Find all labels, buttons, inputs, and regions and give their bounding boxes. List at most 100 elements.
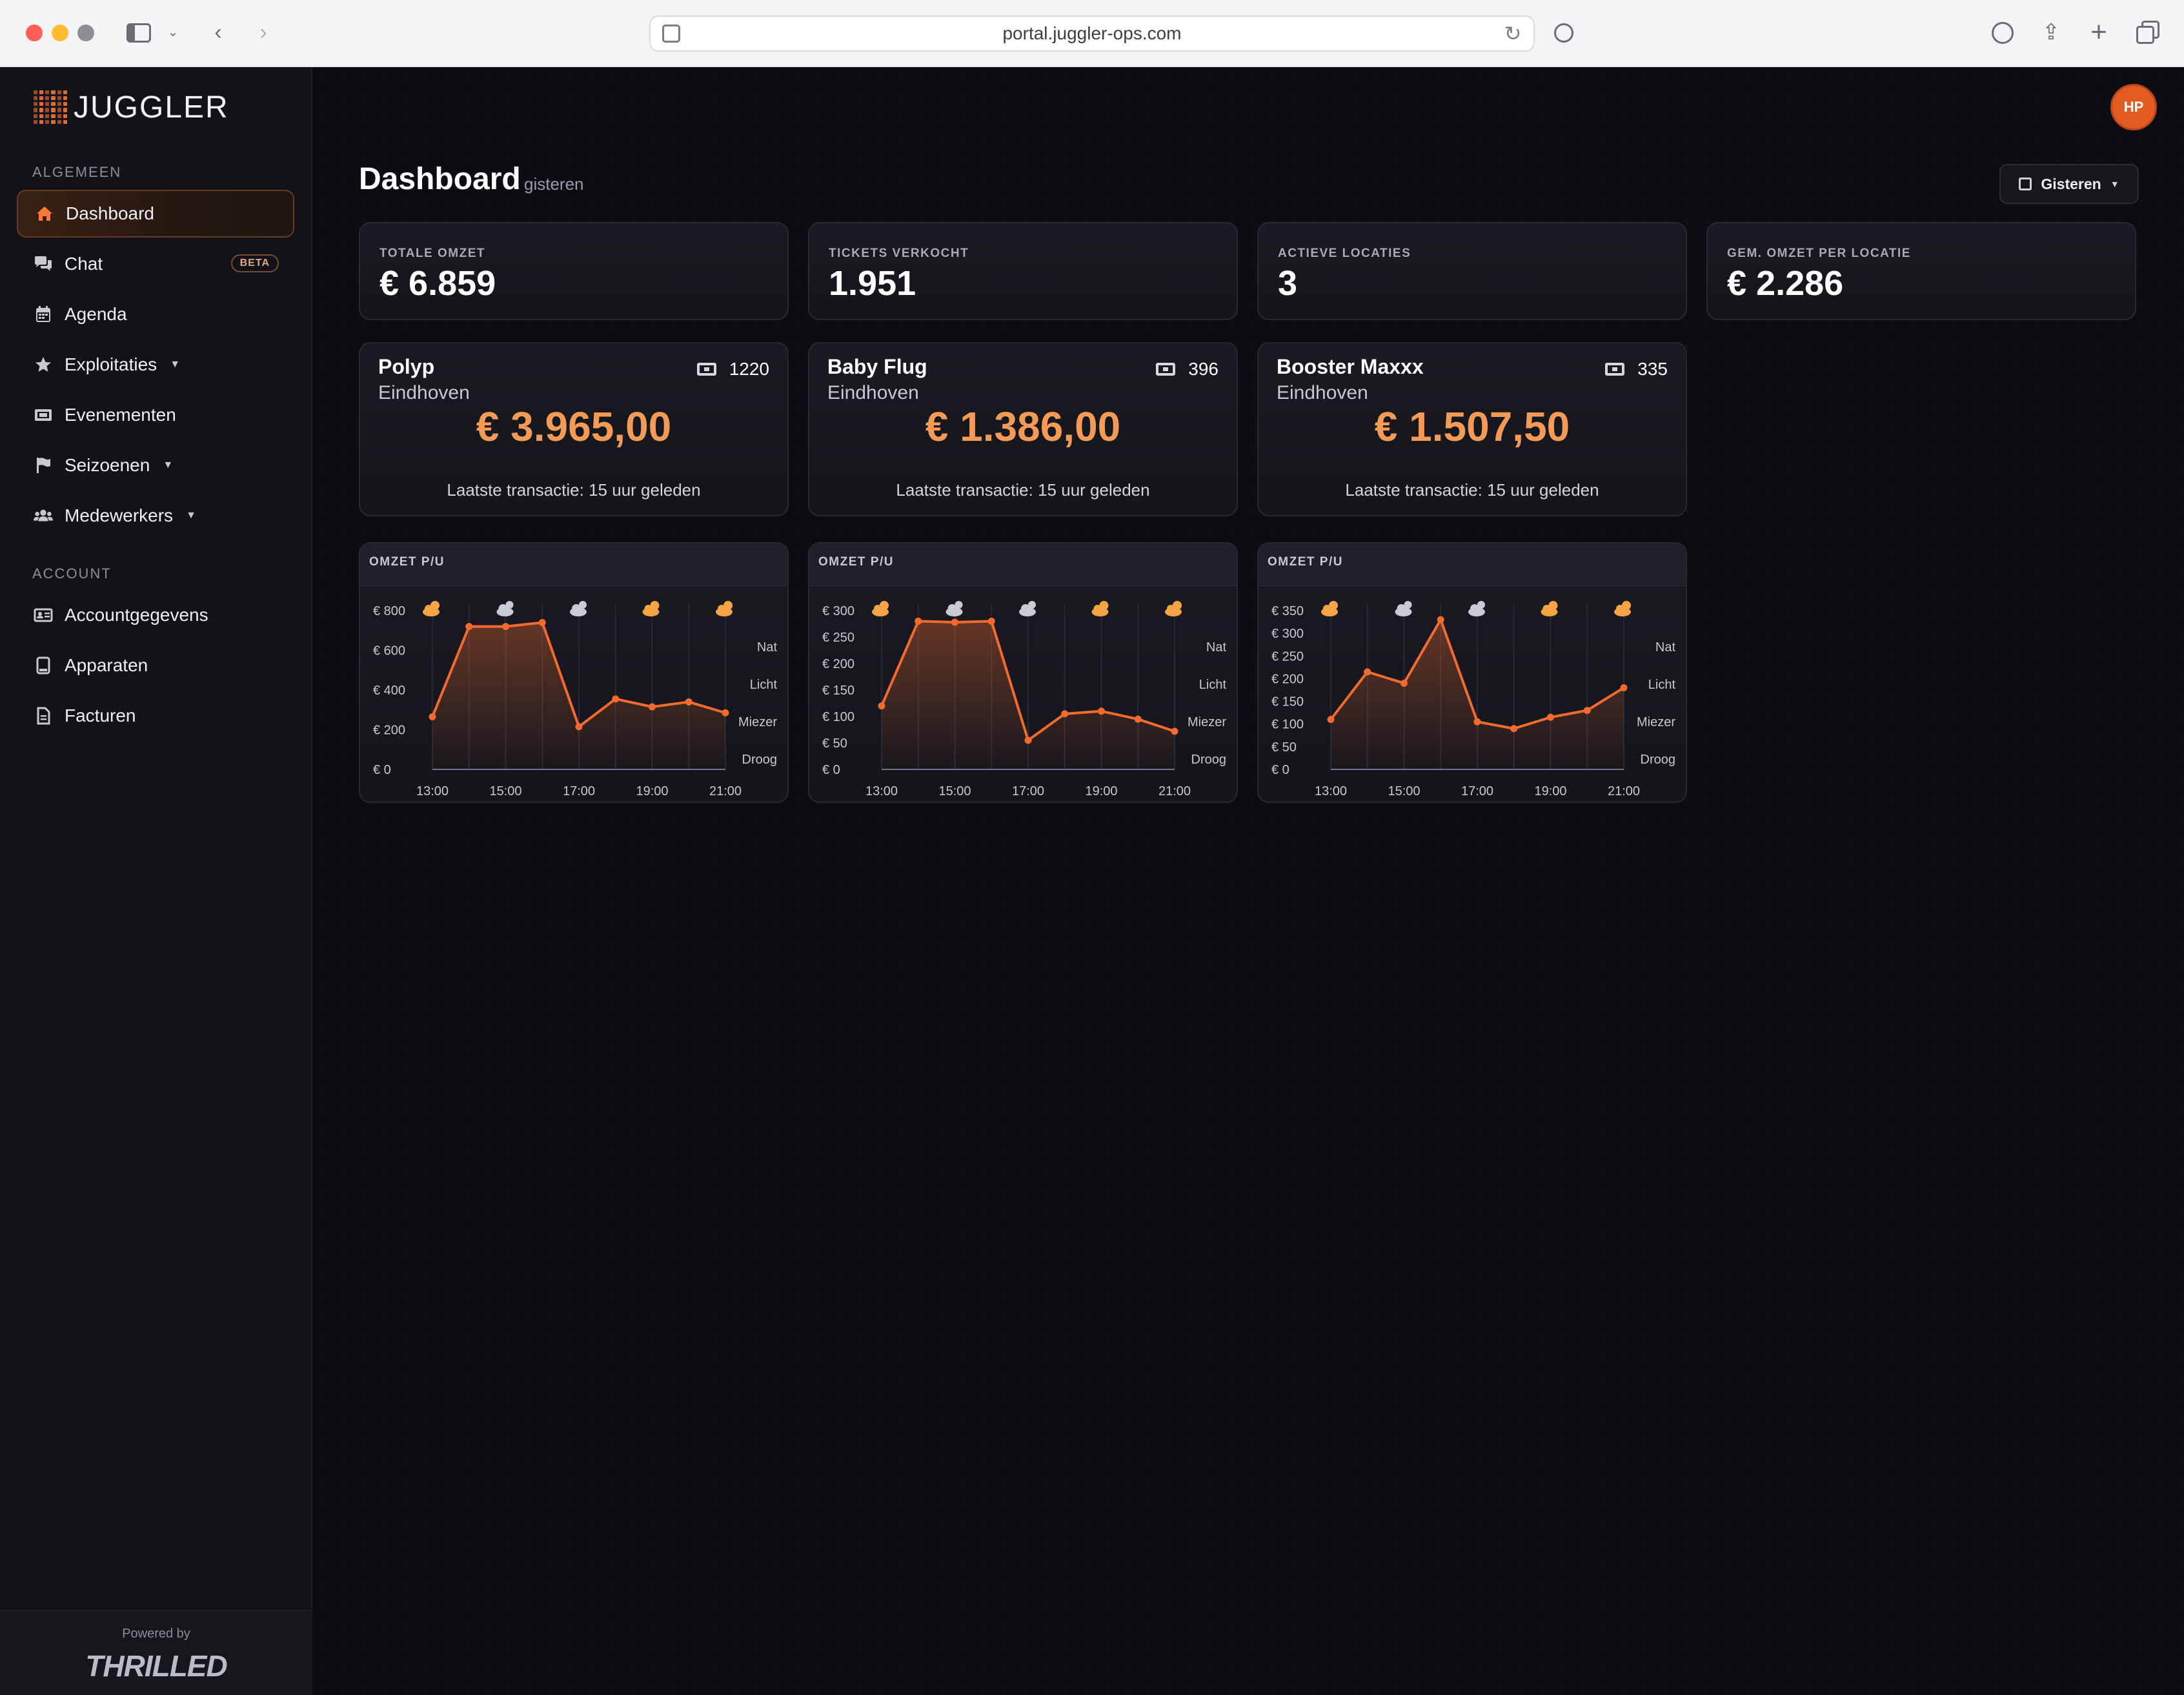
sidebar-item-dashboard[interactable]: Dashboard — [17, 190, 294, 238]
y-tick-label: € 400 — [373, 684, 405, 698]
data-point — [1583, 707, 1591, 715]
cloud-shape — [1470, 604, 1479, 613]
data-point — [915, 617, 922, 625]
address-bar[interactable]: portal.juggler-ops.com ↻ — [649, 15, 1535, 52]
location-card-polyp[interactable]: Polyp Eindhoven 1220 € 3.965,00 Laatste … — [359, 342, 789, 516]
beta-badge: BETA — [230, 254, 279, 272]
sidebar-item-agenda[interactable]: Agenda — [17, 290, 294, 338]
chevron-down-icon[interactable]: ⌄ — [165, 18, 181, 46]
y-tick-label: € 50 — [822, 736, 847, 751]
chat-icon — [34, 254, 53, 274]
sun-cloud-icon — [872, 601, 889, 616]
x-tick-label: 19:00 — [1534, 784, 1566, 798]
y-tick-label: € 0 — [1271, 763, 1289, 777]
tab-overview-icon[interactable] — [2134, 18, 2162, 46]
ticket-count: 335 — [1637, 359, 1668, 379]
calendar-icon — [2019, 178, 2032, 190]
x-tick-label: 17:00 — [1461, 784, 1493, 798]
weather-scale-label: Licht — [750, 678, 778, 692]
last-transaction: Laatste transactie: 15 uur geleden — [896, 480, 1150, 500]
kpi-label: GEM. OMZET PER LOCATIE — [1727, 247, 1911, 260]
x-tick-label: 19:00 — [636, 784, 668, 798]
location-amount: € 1.386,00 — [925, 403, 1121, 450]
close-window-button[interactable] — [26, 25, 43, 41]
sidebar-item-label: Evenementen — [65, 405, 176, 425]
revenue-chart: € 0 € 50 € 100 € 150 € 200 € 250 € 300 Nat Licht… — [822, 601, 1226, 798]
x-tick-label: 19:00 — [1085, 784, 1117, 798]
browser-toolbar: ⌄ ‹ › portal.juggler-ops.com ↻ ⇪ + — [0, 0, 2184, 67]
date-range-button[interactable]: Gisteren ▼ — [1999, 164, 2139, 204]
sun-cloud-icon — [423, 601, 440, 616]
sidebar-item-label: Apparaten — [65, 655, 148, 675]
x-tick-label: 21:00 — [1158, 784, 1191, 798]
sidebar: JUGGLER ALGEMEEN Dashboard Chat BETA Age… — [0, 67, 312, 1695]
cloud-sun-icon — [570, 601, 587, 616]
cloud-shape — [1323, 605, 1331, 613]
cloud-shape — [1542, 605, 1551, 613]
location-city: Eindhoven — [1277, 382, 1368, 403]
users-icon — [34, 506, 53, 525]
sidebar-item-chat[interactable]: Chat BETA — [17, 240, 294, 288]
location-card-booster-maxxx[interactable]: Booster Maxxx Eindhoven 335 € 1.507,50 L… — [1257, 342, 1687, 516]
sidebar-toggle-icon[interactable] — [125, 18, 154, 46]
forward-icon[interactable]: › — [250, 18, 276, 46]
data-point — [465, 623, 473, 631]
sidebar-item-medewerkers[interactable]: Medewerkers ▼ — [17, 492, 294, 540]
data-point — [722, 709, 729, 716]
kpi-label: ACTIEVE LOCATIES — [1278, 247, 1411, 260]
y-tick-label: € 100 — [822, 710, 854, 724]
caret-down-icon: ▼ — [2110, 179, 2119, 189]
data-point — [538, 618, 546, 626]
sidebar-item-label: Exploitaties — [65, 354, 157, 374]
share-icon[interactable]: ⇪ — [2037, 18, 2065, 46]
reload-icon[interactable]: ↻ — [1500, 21, 1526, 46]
cloud-shape — [718, 605, 725, 613]
revenue-chart: € 0 € 50 € 100 € 150 € 200 € 250 € 300 € 350 Nat… — [1271, 601, 1675, 798]
home-icon — [35, 204, 54, 223]
cloud-sun-icon — [1019, 601, 1036, 616]
sidebar-item-exploitaties[interactable]: Exploitaties ▼ — [17, 341, 294, 389]
sidebar-item-seizoenen[interactable]: Seizoenen ▼ — [17, 442, 294, 489]
x-tick-label: 17:00 — [563, 784, 595, 798]
y-tick-label: € 600 — [373, 644, 405, 658]
cloud-shape — [1167, 605, 1175, 613]
new-tab-icon[interactable]: + — [2085, 18, 2113, 46]
weather-scale-label: Nat — [757, 640, 778, 655]
sidebar-item-facturen[interactable]: Facturen — [17, 692, 294, 740]
weather-scale-label: Droog — [742, 753, 777, 767]
y-tick-label: € 200 — [373, 724, 405, 738]
sidebar-item-apparaten[interactable]: Apparaten — [17, 642, 294, 689]
y-tick-label: € 300 — [822, 604, 854, 618]
y-tick-label: € 50 — [1271, 740, 1297, 755]
revenue-chart: € 0 € 200 € 400 € 600 € 800 Nat Licht Miezer Dro… — [373, 601, 778, 798]
thrilled-logo[interactable]: THRILLED — [0, 1649, 312, 1683]
data-point — [1364, 668, 1371, 676]
y-tick-label: € 200 — [822, 657, 854, 671]
flag-icon — [34, 456, 53, 475]
cloud-shape — [1093, 605, 1102, 613]
sun-cloud-icon — [716, 601, 733, 616]
x-tick-label: 21:00 — [1608, 784, 1640, 798]
ticket-icon — [696, 363, 716, 376]
main-content: HP Dashboard gisteren Gisteren ▼ TOTALE … — [314, 67, 2184, 1695]
avatar[interactable]: HP — [2110, 84, 2157, 130]
maximize-window-button[interactable] — [77, 25, 94, 41]
sidebar-item-evenementen[interactable]: Evenementen — [17, 391, 294, 439]
ticket-icon — [1156, 363, 1176, 376]
minimize-window-button[interactable] — [52, 25, 68, 41]
data-point — [1024, 736, 1032, 744]
logo[interactable]: JUGGLER — [34, 88, 229, 127]
location-card-baby-flug[interactable]: Baby Flug Eindhoven 396 € 1.386,00 Laats… — [808, 342, 1238, 516]
data-point — [1098, 707, 1105, 715]
weather-scale-label: Droog — [1641, 753, 1675, 767]
id-card-icon — [34, 605, 53, 625]
back-icon[interactable]: ‹ — [205, 18, 231, 46]
downloads-icon[interactable] — [1989, 18, 2017, 46]
y-tick-label: € 300 — [1271, 627, 1304, 641]
sun-cloud-icon — [1321, 601, 1338, 616]
password-icon[interactable] — [1552, 18, 1577, 46]
sidebar-item-accountgegevens[interactable]: Accountgegevens — [17, 591, 294, 639]
section-title-account: ACCOUNT — [32, 565, 112, 582]
caret-down-icon: ▼ — [170, 359, 181, 370]
x-tick-label: 15:00 — [489, 784, 521, 798]
